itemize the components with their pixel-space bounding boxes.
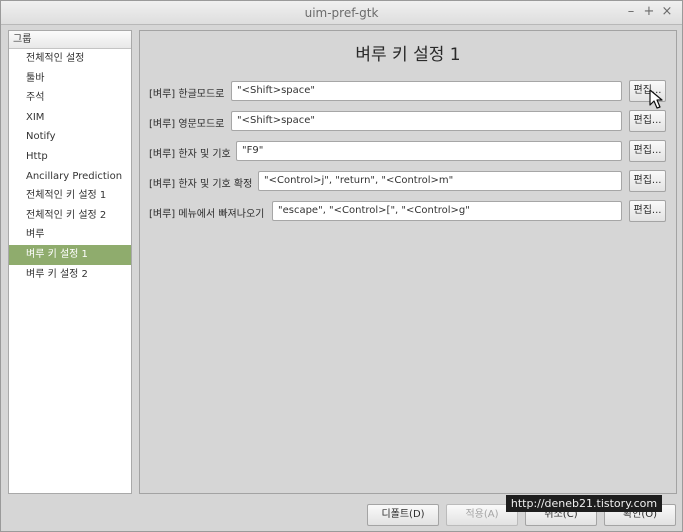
edit-button[interactable]: 편집... [629,110,666,132]
window-title: uim-pref-gtk [304,6,379,20]
defaults-button[interactable]: 디폴트(D) [367,504,439,526]
key-setting-row: [벼루] 메뉴에서 빠져나오기 "escape", "<Control>[", … [140,200,676,222]
group-sidebar: 그룹 전체적인 설정 툴바 주석 XIM Notify Http Ancilla… [8,30,132,494]
key-setting-label: [벼루] 영문모드로 [149,119,225,130]
maximize-icon[interactable]: + [641,4,657,20]
key-setting-label: [벼루] 한글모드로 [149,89,225,100]
key-setting-row: [벼루] 한자 및 기호 확정 "<Control>j", "return", … [140,170,676,192]
hanja-symbol-key-field[interactable]: "F9" [236,141,622,161]
key-setting-label: [벼루] 메뉴에서 빠져나오기 [149,209,265,220]
sidebar-item-annotation[interactable]: 주석 [9,88,131,108]
edit-button[interactable]: 편집... [629,170,666,192]
key-setting-row: [벼루] 한글모드로 "<Shift>space" 편집... [140,80,676,102]
key-setting-row: [벼루] 영문모드로 "<Shift>space" 편집... [140,110,676,132]
key-setting-label: [벼루] 한자 및 기호 확정 [149,179,253,190]
minimize-icon[interactable]: – [623,4,639,20]
sidebar-item-toolbar[interactable]: 툴바 [9,69,131,89]
page-title: 벼루 키 설정 1 [355,45,461,65]
sidebar-item-xim[interactable]: XIM [9,108,131,128]
sidebar-item-byeoru-keys-2[interactable]: 벼루 키 설정 2 [9,265,131,285]
sidebar-item-global-keys-2[interactable]: 전체적인 키 설정 2 [9,206,131,226]
sidebar-item-global-keys-1[interactable]: 전체적인 키 설정 1 [9,186,131,206]
sidebar-item-ancillary-prediction[interactable]: Ancillary Prediction [9,167,131,187]
sidebar-item-byeoru-keys-1[interactable]: 벼루 키 설정 1 [9,244,131,265]
sidebar-item-http[interactable]: Http [9,147,131,167]
titlebar: uim-pref-gtk – + × [1,1,682,25]
sidebar-item-global-settings[interactable]: 전체적인 설정 [9,49,131,69]
hanja-confirm-key-field[interactable]: "<Control>j", "return", "<Control>m" [258,171,622,191]
sidebar-header[interactable]: 그룹 [9,31,131,49]
edit-button[interactable]: 편집... [629,200,666,222]
english-mode-key-field[interactable]: "<Shift>space" [231,111,622,131]
settings-panel: 벼루 키 설정 1 [벼루] 한글모드로 "<Shift>space" 편집..… [139,30,677,494]
edit-button[interactable]: 편집... [629,140,666,162]
key-setting-label: [벼루] 한자 및 기호 [149,149,231,160]
edit-button[interactable]: 편집... [629,80,666,102]
sidebar-item-notify[interactable]: Notify [9,127,131,147]
watermark: http://deneb21.tistory.com [506,495,662,512]
close-icon[interactable]: × [659,4,675,20]
sidebar-item-byeoru[interactable]: 벼루 [9,225,131,245]
key-setting-row: [벼루] 한자 및 기호 "F9" 편집... [140,140,676,162]
hangul-mode-key-field[interactable]: "<Shift>space" [231,81,622,101]
exit-menu-key-field[interactable]: "escape", "<Control>[", "<Control>g" [272,201,622,221]
app-window: uim-pref-gtk – + × 그룹 전체적인 설정 툴바 주석 XIM … [0,0,683,532]
